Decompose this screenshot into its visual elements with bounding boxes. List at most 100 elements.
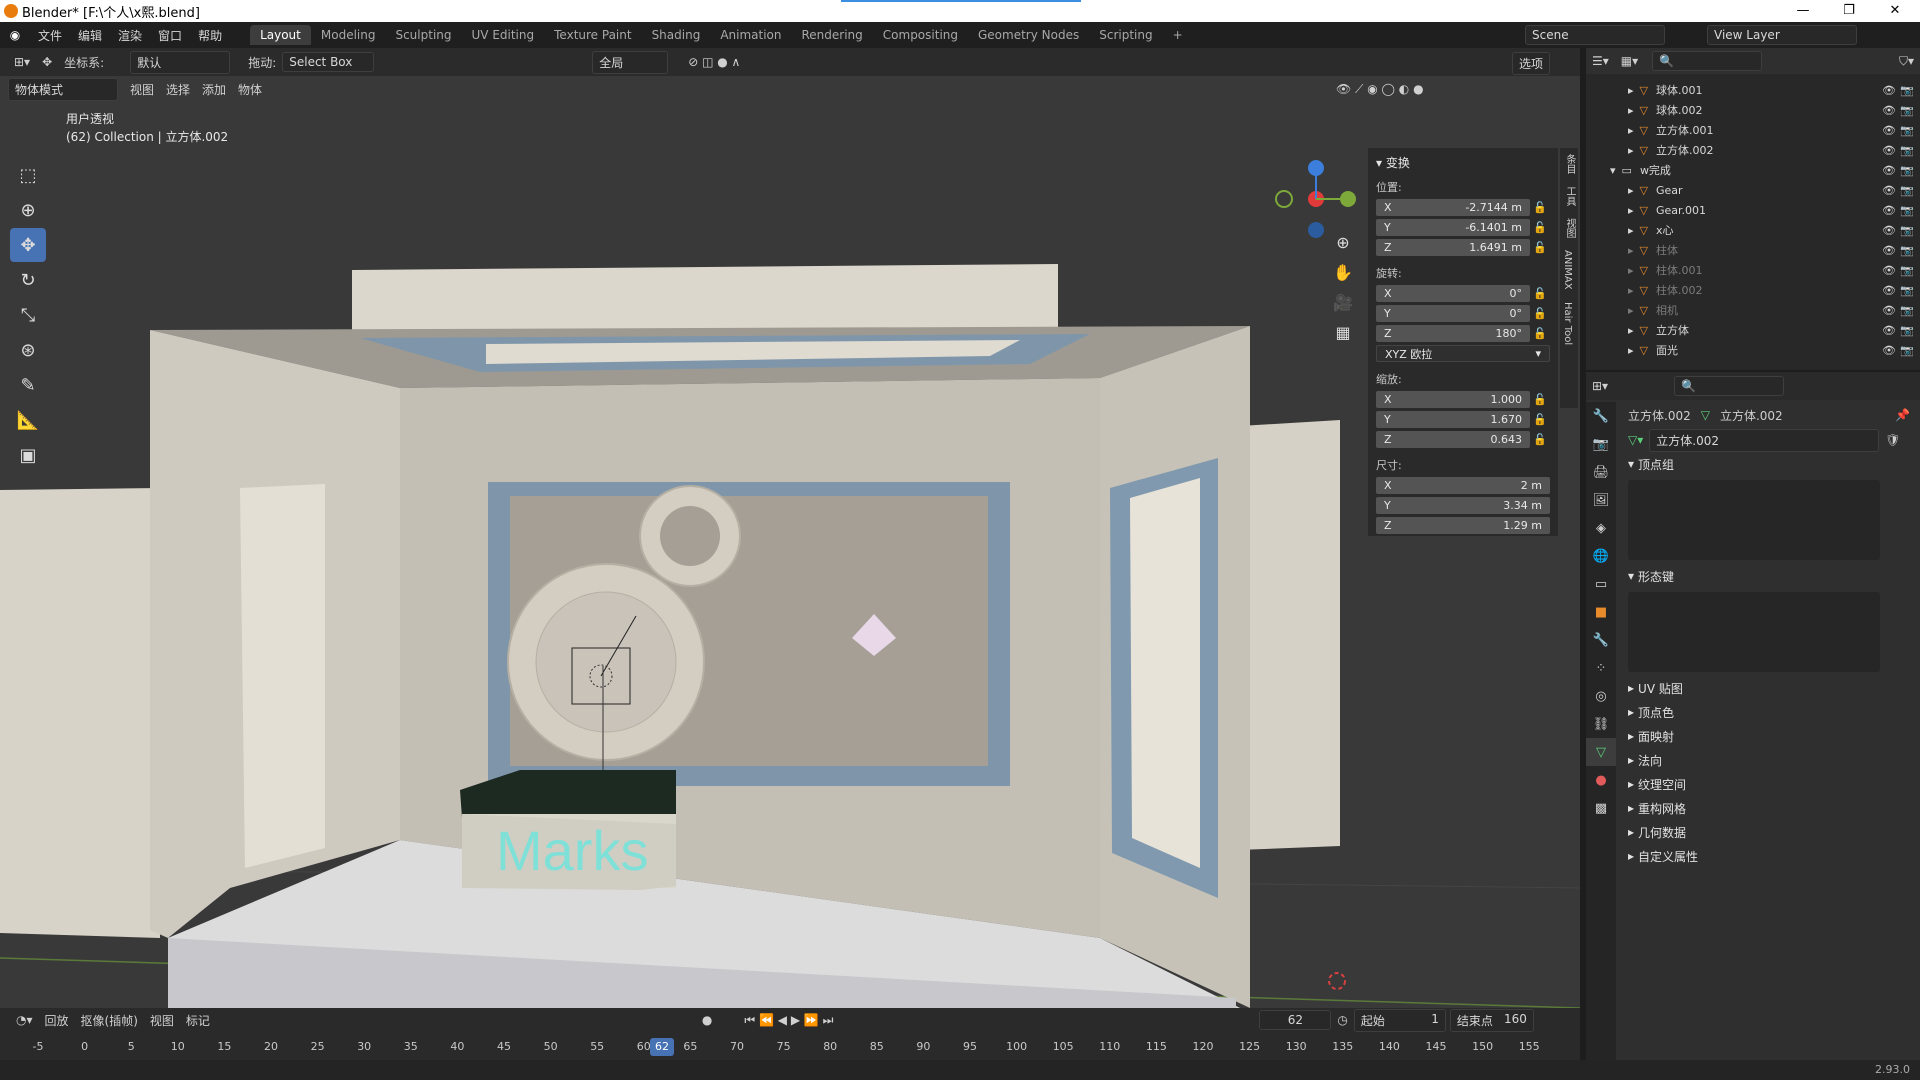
tab-sculpting[interactable]: Sculpting [385,25,461,45]
record-icon[interactable]: ● [696,1013,718,1027]
object-tab-icon[interactable]: ■ [1586,598,1616,626]
frame-indicator[interactable]: 62 [650,1038,674,1056]
cursor-tool-icon[interactable]: ⊕ [10,193,46,227]
property-section[interactable]: ▸ 纹理空间 [1618,772,1920,796]
visibility-eye-icon[interactable]: 👁 [1882,244,1896,257]
timeline-ruler[interactable]: 62 -5 0 5 10 15 20 25 30 35 40 45 50 55 60 65 70 75 80 85 9… [0,1038,1580,1058]
render-camera-icon[interactable]: 📷 [1900,84,1914,97]
end-frame-field[interactable]: 结束点 160 [1449,1008,1534,1032]
marker-menu[interactable]: 标记 [180,1012,216,1029]
expand-arrow-icon[interactable]: ▸ [1628,264,1634,277]
modifier-tab-icon[interactable]: 🔧 [1586,626,1616,654]
tab-compositing[interactable]: Compositing [873,25,968,45]
tab-animax[interactable]: ANIMAX [1560,244,1575,296]
3d-viewport[interactable]: ⊞▾ ✥ 坐标系: 默认 拖动: Select Box 全局 ⊘ ◫ ● ∧ 选… [0,48,1580,1008]
grid-view-icon[interactable]: ▦ [1328,318,1358,348]
menu-file[interactable]: 文件 [30,27,70,44]
visibility-eye-icon[interactable]: 👁 [1882,284,1896,297]
scene-selector[interactable]: Scene [1525,25,1665,45]
pin-icon[interactable]: 📌 [1895,408,1910,422]
pan-hand-icon[interactable]: ✋ [1328,258,1358,288]
outliner-row[interactable]: ▸ ▽ 球体.001 👁 📷 [1586,80,1920,100]
menu-edit[interactable]: 编辑 [70,27,110,44]
dimension-y[interactable]: Y 3.34 m [1376,497,1550,514]
scene-tab-icon[interactable]: ◈ [1586,514,1616,542]
outliner-row[interactable]: ▸ ▽ 柱体.001 👁 📷 [1586,260,1920,280]
lock-icon[interactable]: 🔓 [1530,433,1550,446]
select-box-tool-icon[interactable]: ⬚ [10,158,46,192]
vertex-groups-list[interactable] [1628,480,1880,560]
visibility-eye-icon[interactable]: 👁 [1882,144,1896,157]
visibility-eye-icon[interactable]: 👁 [1882,204,1896,217]
outliner-row[interactable]: ▸ ▽ 柱体.002 👁 📷 [1586,280,1920,300]
outliner-row[interactable]: ▸ ▽ 立方体.001 👁 📷 [1586,120,1920,140]
timeline-editor-icon[interactable]: ◔▾ [10,1013,39,1027]
visibility-eye-icon[interactable]: 👁 [1882,104,1896,117]
mesh-data-icon[interactable]: ▽▾ [1628,433,1643,447]
menu-window[interactable]: 窗口 [150,27,190,44]
render-camera-icon[interactable]: 📷 [1900,304,1914,317]
rotation-z[interactable]: Z 180° [1376,325,1530,342]
tool-tab-icon[interactable]: 🔧 [1586,402,1616,430]
render-camera-icon[interactable]: 📷 [1900,224,1914,237]
visibility-eye-icon[interactable]: 👁 [1882,164,1896,177]
zoom-icon[interactable]: ⊕ [1328,228,1358,258]
transform-section-header[interactable]: ▾ 变换 [1368,148,1558,177]
dimension-z[interactable]: Z 1.29 m [1376,517,1550,534]
rotate-tool-icon[interactable]: ↻ [10,263,46,297]
expand-arrow-icon[interactable]: ▸ [1628,224,1634,237]
outliner-row[interactable]: ▸ ▽ 立方体 👁 📷 [1586,320,1920,340]
visibility-eye-icon[interactable]: 👁 [1882,344,1896,357]
blender-menu-icon[interactable]: ◉ [0,28,30,42]
annotate-tool-icon[interactable]: ✎ [10,368,46,402]
shape-keys-section[interactable]: ▾ 形态键 [1618,564,1920,588]
render-tab-icon[interactable]: 📷 [1586,430,1616,458]
output-tab-icon[interactable]: 🖨 [1586,458,1616,486]
lock-icon[interactable]: 🔓 [1530,393,1550,406]
current-frame-field[interactable]: 62 [1259,1010,1332,1030]
render-camera-icon[interactable]: 📷 [1900,104,1914,117]
tab-shading[interactable]: Shading [642,25,711,45]
scale-z[interactable]: Z 0.643 [1376,431,1530,448]
lock-icon[interactable]: 🔓 [1530,241,1550,254]
expand-arrow-icon[interactable]: ▸ [1628,344,1634,357]
tab-view[interactable]: 视图 [1560,212,1579,244]
outliner-row[interactable]: ▸ ▽ 立方体.002 👁 📷 [1586,140,1920,160]
render-camera-icon[interactable]: 📷 [1900,244,1914,257]
render-camera-icon[interactable]: 📷 [1900,324,1914,337]
texture-tab-icon[interactable]: ▩ [1586,794,1616,822]
tab-uv-editing[interactable]: UV Editing [462,25,545,45]
lock-icon[interactable]: 🔓 [1530,327,1550,340]
scale-tool-icon[interactable]: ⤡ [10,298,46,332]
shape-keys-list[interactable] [1628,592,1880,672]
tab-hair-tool[interactable]: Hair Tool [1560,296,1575,351]
visibility-eye-icon[interactable]: 👁 [1882,304,1896,317]
property-section[interactable]: ▸ UV 贴图 [1618,676,1920,700]
outliner-row[interactable]: ▾ ▭ w完成 👁 📷 [1586,160,1920,180]
view-layer-selector[interactable]: View Layer [1707,25,1857,45]
filter-icon[interactable]: ⛉▾ [1893,54,1920,69]
close-button[interactable]: ✕ [1872,0,1918,22]
collection-tab-icon[interactable]: ▭ [1586,570,1616,598]
render-camera-icon[interactable]: 📷 [1900,204,1914,217]
render-camera-icon[interactable]: 📷 [1900,164,1914,177]
playback-controls-icon[interactable]: ⏮ ⏪ ◀ ▶ ⏩ ⏭ [738,1013,839,1028]
visibility-eye-icon[interactable]: 👁 [1882,324,1896,337]
expand-arrow-icon[interactable]: ▸ [1628,184,1634,197]
expand-arrow-icon[interactable]: ▸ [1628,204,1634,217]
vertex-groups-section[interactable]: ▾ 顶点组 [1618,452,1920,476]
outliner-editor-icon[interactable]: ☰▾ [1586,54,1615,68]
tab-layout[interactable]: Layout [250,25,311,45]
add-workspace-icon[interactable]: + [1163,25,1193,45]
outliner-row[interactable]: ▸ ▽ Gear 👁 📷 [1586,180,1920,200]
world-tab-icon[interactable]: 🌐 [1586,542,1616,570]
render-camera-icon[interactable]: 📷 [1900,344,1914,357]
outliner-row[interactable]: ▸ ▽ 球体.002 👁 📷 [1586,100,1920,120]
property-section[interactable]: ▸ 法向 [1618,748,1920,772]
fake-user-icon[interactable]: 🛡 [1885,433,1900,447]
property-section[interactable]: ▸ 重构网格 [1618,796,1920,820]
property-section[interactable]: ▸ 几何数据 [1618,820,1920,844]
move-tool-icon[interactable]: ✥ [10,228,46,262]
add-cube-tool-icon[interactable]: ▣ [10,438,46,472]
expand-arrow-icon[interactable]: ▸ [1628,284,1634,297]
